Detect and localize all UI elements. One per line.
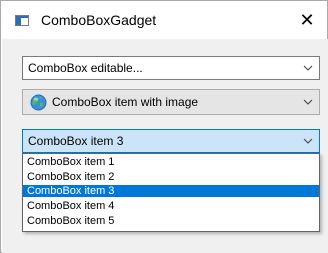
title-bar[interactable]: ComboBoxGadget ✕ (1, 1, 327, 39)
app-window-icon (15, 15, 29, 26)
dropdown-item[interactable]: ComboBox item 5 (23, 215, 319, 227)
chevron-down-icon[interactable] (303, 98, 313, 106)
combo-editable[interactable]: ComboBox editable... (22, 56, 320, 80)
dropdown-item[interactable]: ComboBox item 4 (23, 200, 319, 212)
combo-list-open[interactable]: ComboBox item 3 (22, 129, 320, 153)
combo-editable-text[interactable]: ComboBox editable... (28, 61, 143, 76)
combo-with-image[interactable]: ComboBox item with image (22, 89, 320, 115)
combo-with-image-text: ComboBox item with image (52, 95, 199, 109)
dropdown-list: ComboBox item 1 ComboBox item 2 ComboBox… (22, 153, 320, 232)
combo-list-text: ComboBox item 3 (28, 134, 124, 148)
close-button[interactable]: ✕ (287, 1, 327, 39)
dropdown-item[interactable]: ComboBox item 2 (23, 171, 319, 183)
dropdown-item[interactable]: ComboBox item 1 (23, 156, 319, 168)
client-area: ComboBox editable... ComboBox item with … (2, 39, 328, 253)
globe-icon (30, 94, 47, 111)
chevron-down-icon[interactable] (303, 137, 313, 145)
dropdown-item-selected[interactable]: ComboBox item 3 (23, 185, 319, 197)
window-title: ComboBoxGadget (41, 12, 157, 28)
window: ComboBoxGadget ✕ ComboBox editable... Co… (0, 0, 328, 253)
chevron-down-icon[interactable] (303, 64, 313, 72)
